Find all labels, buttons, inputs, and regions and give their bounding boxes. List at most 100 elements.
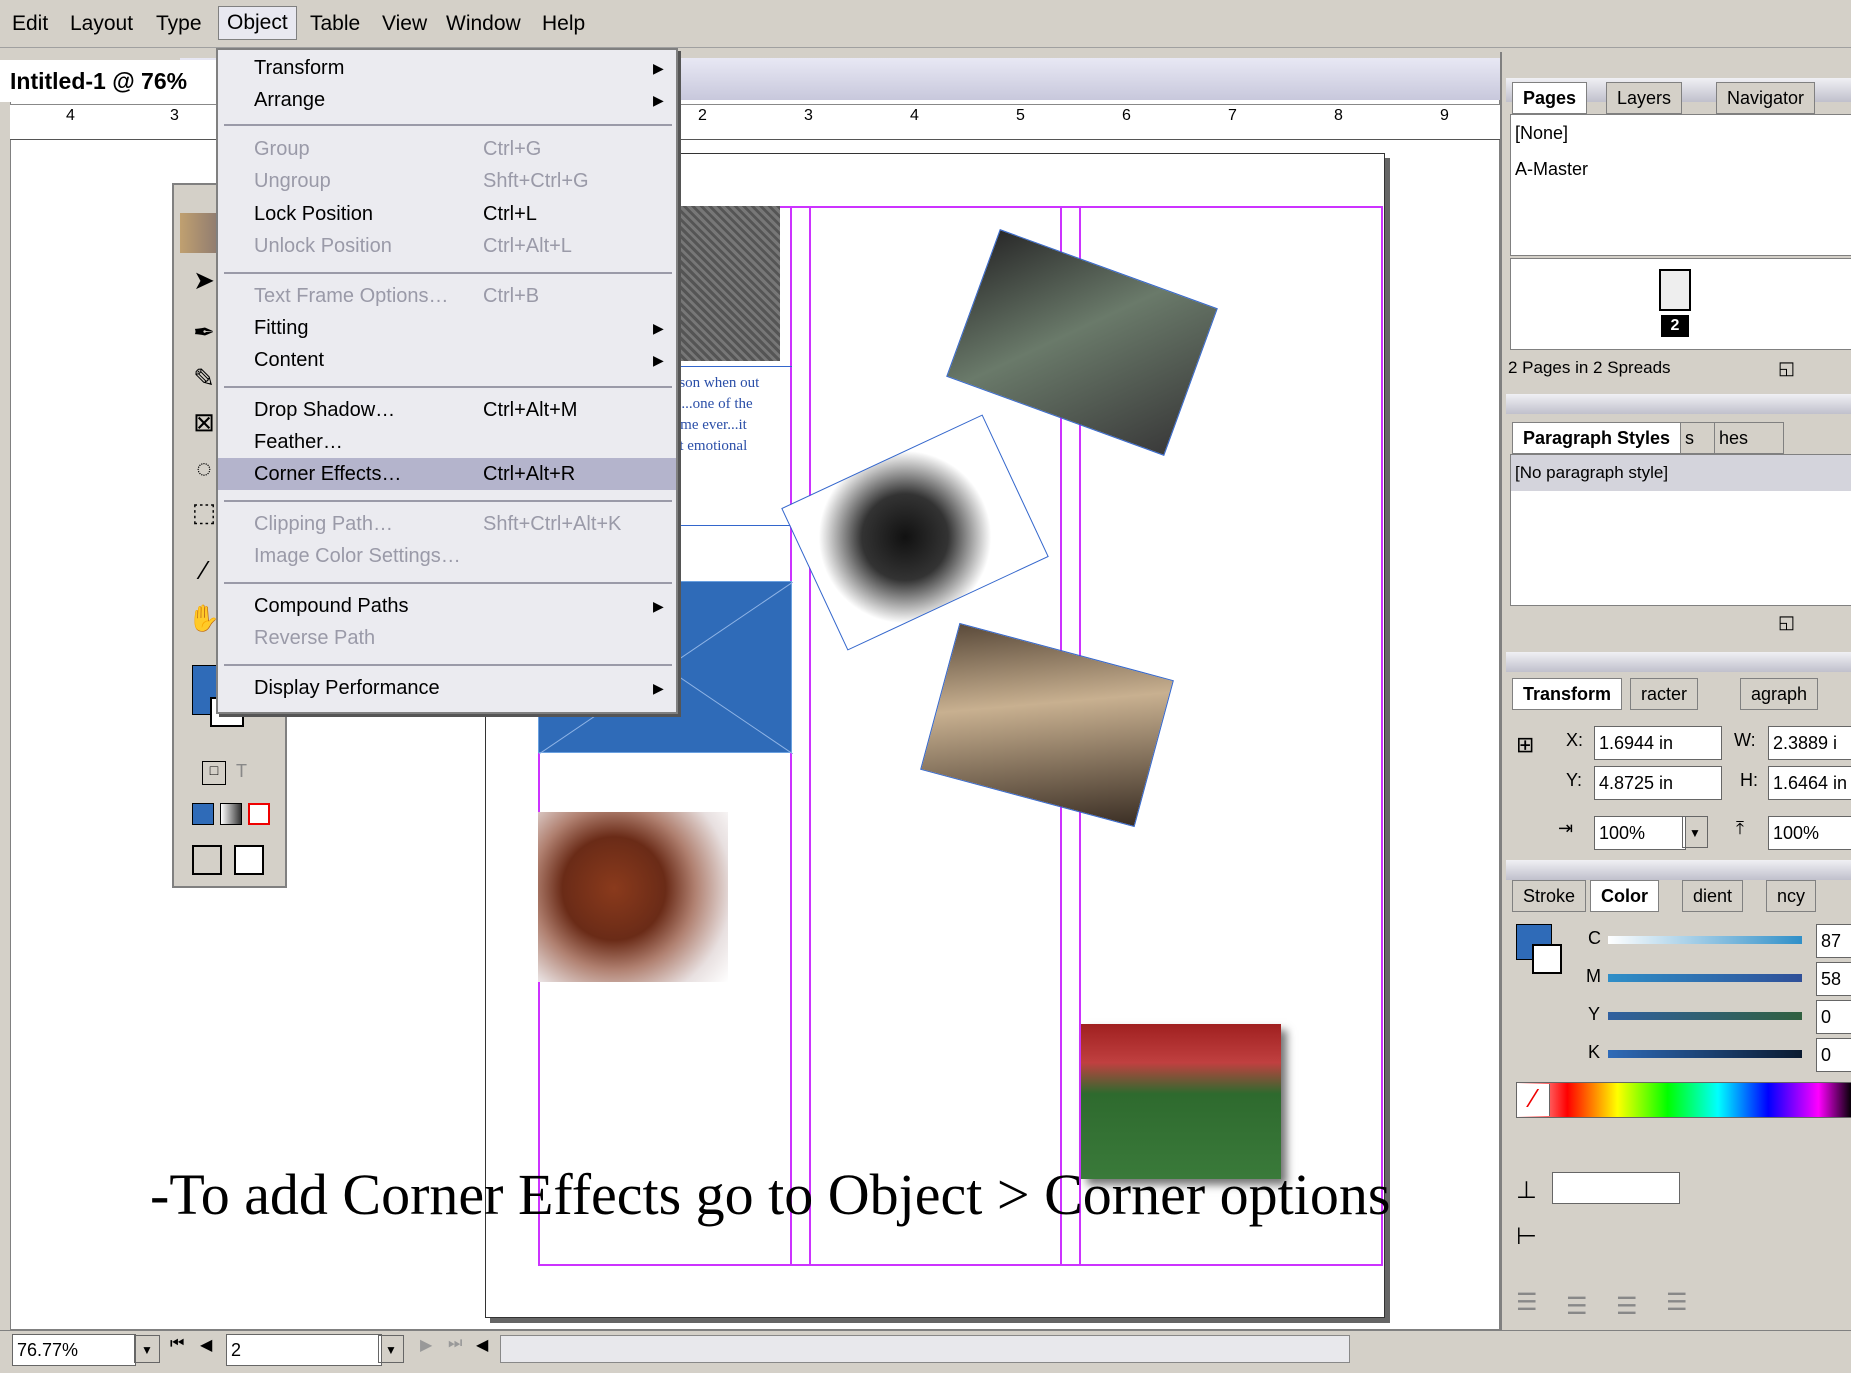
menu-item-reverse-path[interactable]: Reverse Path <box>218 622 676 654</box>
y-slider[interactable] <box>1608 1012 1802 1020</box>
preview-view-icon[interactable] <box>234 845 264 875</box>
menu-window[interactable]: Window <box>438 8 529 40</box>
scale-x-dropdown-icon[interactable]: ▼ <box>1682 816 1708 848</box>
tab-transform[interactable]: Transform <box>1512 678 1623 710</box>
new-style-icon[interactable]: ◱ <box>1778 612 1795 633</box>
menu-help[interactable]: Help <box>534 8 593 40</box>
leading-field[interactable] <box>1552 1172 1680 1204</box>
y-field[interactable]: 4.8725 in <box>1594 766 1722 800</box>
tab-color[interactable]: Color <box>1590 880 1659 912</box>
none-color-icon[interactable]: ⁄ <box>1518 1084 1550 1116</box>
page-thumbnail[interactable] <box>1659 269 1691 311</box>
k-field[interactable]: 0 <box>1816 1038 1851 1072</box>
menu-item-image-color-settings[interactable]: Image Color Settings… <box>218 540 676 572</box>
ruler-tick: 7 <box>1228 107 1237 124</box>
paragraph-style-item[interactable]: [No paragraph style] <box>1511 455 1851 491</box>
menu-item-ungroup[interactable]: Ungroup Shft+Ctrl+G <box>218 165 676 197</box>
ruler-tick: 3 <box>170 107 179 124</box>
scale-y-field[interactable]: 100% <box>1768 816 1851 850</box>
story-text-frame[interactable]: eason when out ht....one of the game eve… <box>666 366 792 526</box>
tab-pages[interactable]: Pages <box>1512 82 1588 114</box>
camcorder-photo[interactable] <box>781 414 1049 651</box>
prev-page-icon[interactable]: ◀ <box>200 1335 212 1355</box>
film-photo[interactable] <box>676 206 780 361</box>
menu-item-text-frame-options[interactable]: Text Frame Options… Ctrl+B <box>218 280 676 312</box>
page-field[interactable]: 2 <box>226 1334 382 1366</box>
menu-item-clipping-path[interactable]: Clipping Path… Shft+Ctrl+Alt+K <box>218 508 676 540</box>
tab-paragraph[interactable]: agraph <box>1740 678 1819 710</box>
c-field[interactable]: 87 <box>1816 924 1851 958</box>
last-page-icon[interactable]: ⏭ <box>448 1335 462 1353</box>
align-left-icon[interactable]: ☰ <box>1516 1288 1538 1317</box>
transform-panel-titlebar[interactable] <box>1506 652 1851 672</box>
paragraph-styles-list: [No paragraph style] <box>1510 454 1851 606</box>
zoom-dropdown-icon[interactable]: ▼ <box>134 1335 160 1363</box>
k-slider[interactable] <box>1608 1050 1802 1058</box>
align-center-icon[interactable]: ☰ <box>1566 1292 1588 1321</box>
menu-item-unlock-position[interactable]: Unlock Position Ctrl+Alt+L <box>218 230 676 262</box>
menu-type[interactable]: Type <box>148 8 210 40</box>
w-field[interactable]: 2.3889 i <box>1768 726 1851 760</box>
m-field[interactable]: 58 <box>1816 962 1851 996</box>
x-field[interactable]: 1.6944 in <box>1594 726 1722 760</box>
h-field[interactable]: 1.6464 in <box>1768 766 1851 800</box>
paragraph-panel-titlebar[interactable] <box>1506 394 1851 414</box>
menu-item-corner-effects[interactable]: Corner Effects… Ctrl+Alt+R <box>218 458 676 490</box>
reference-point-icon[interactable]: ⊞ <box>1516 732 1534 758</box>
tab-character[interactable]: racter <box>1630 678 1699 710</box>
k-label: K <box>1588 1042 1601 1062</box>
menu-view[interactable]: View <box>374 8 435 40</box>
recorder-photo[interactable] <box>920 622 1174 828</box>
master-none[interactable]: [None] <box>1515 123 1568 144</box>
tab-transparency[interactable]: ncy <box>1766 880 1817 912</box>
menu-item-drop-shadow[interactable]: Drop Shadow… Ctrl+Alt+M <box>218 394 676 426</box>
menu-item-group[interactable]: Group Ctrl+G <box>218 133 676 165</box>
tab-gradient[interactable]: dient <box>1682 880 1744 912</box>
camera-photo[interactable] <box>946 229 1218 456</box>
tab-layers[interactable]: Layers <box>1606 82 1683 114</box>
menu-table[interactable]: Table <box>302 8 368 40</box>
align-right-icon[interactable]: ☰ <box>1616 1292 1638 1321</box>
apply-color-icon[interactable] <box>192 803 214 825</box>
m-slider[interactable] <box>1608 974 1802 982</box>
tab-navigator[interactable]: Navigator <box>1716 82 1816 114</box>
page-dropdown-icon[interactable]: ▼ <box>378 1335 404 1363</box>
menu-item-compound-paths[interactable]: Compound Paths ▶ <box>218 590 676 622</box>
ruler-tick: 6 <box>1122 107 1131 124</box>
horizontal-scrollbar[interactable] <box>500 1335 1350 1363</box>
zoom-field[interactable]: 76.77% <box>12 1334 136 1366</box>
football-photo[interactable] <box>1081 1024 1281 1179</box>
menu-item-fitting[interactable]: Fitting ▶ <box>218 312 676 344</box>
menu-object[interactable]: Object <box>218 6 297 40</box>
tab-paragraph-styles[interactable]: Paragraph Styles <box>1512 422 1682 454</box>
color-panel-titlebar[interactable] <box>1506 860 1851 880</box>
y-color-field[interactable]: 0 <box>1816 1000 1851 1034</box>
menu-edit[interactable]: Edit <box>4 8 56 40</box>
menu-item-display-performance[interactable]: Display Performance ▶ <box>218 672 676 704</box>
apply-gradient-icon[interactable] <box>220 803 242 825</box>
apply-none-icon[interactable] <box>248 803 270 825</box>
new-page-icon[interactable]: ◱ <box>1778 358 1795 379</box>
menu-layout[interactable]: Layout <box>62 8 141 40</box>
menu-item-content[interactable]: Content ▶ <box>218 344 676 376</box>
justify-icon[interactable]: ☰ <box>1666 1288 1688 1317</box>
c-slider[interactable] <box>1608 936 1802 944</box>
menu-item-arrange[interactable]: Arrange ▶ <box>218 84 676 116</box>
scale-x-icon: ⇥ <box>1558 818 1574 838</box>
next-page-icon[interactable]: ▶ <box>420 1335 432 1355</box>
formatting-text-icon[interactable]: T <box>236 761 260 785</box>
color-stroke-swatch[interactable] <box>1532 944 1562 974</box>
formatting-container-icon[interactable]: □ <box>202 761 226 785</box>
tab-stroke[interactable]: Stroke <box>1512 880 1587 912</box>
menu-item-transform[interactable]: Transform ▶ <box>218 52 676 84</box>
normal-view-icon[interactable] <box>192 845 222 875</box>
menu-item-feather[interactable]: Feather… <box>218 426 676 458</box>
scale-x-field[interactable]: 100% <box>1594 816 1686 850</box>
basketball-photo[interactable] <box>538 812 728 982</box>
menu-item-lock-position[interactable]: Lock Position Ctrl+L <box>218 198 676 230</box>
color-spectrum-ramp[interactable] <box>1516 1082 1851 1118</box>
first-page-icon[interactable]: ⏮ <box>170 1335 184 1353</box>
scroll-left-icon[interactable]: ◀ <box>476 1335 488 1355</box>
master-a[interactable]: A-Master <box>1515 159 1588 180</box>
tab-swatches[interactable]: hes <box>1714 422 1784 454</box>
